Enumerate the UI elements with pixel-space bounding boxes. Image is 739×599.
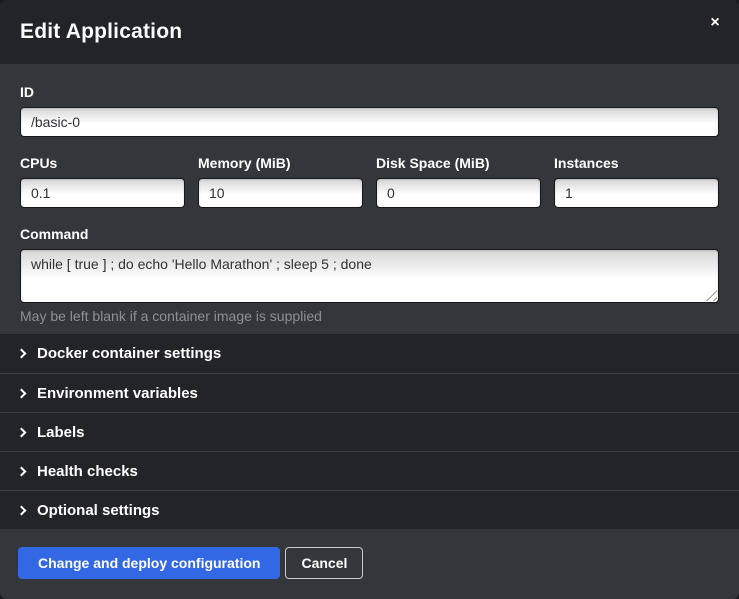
command-field-group: Command while [ true ] ; do echo 'Hello …: [20, 226, 719, 324]
cpus-field-group: CPUs: [20, 155, 185, 208]
id-label: ID: [20, 84, 719, 100]
section-label: Environment variables: [37, 385, 198, 402]
section-label: Health checks: [37, 463, 138, 480]
resource-row: CPUs Memory (MiB) Disk Space (MiB) Insta…: [20, 155, 719, 208]
chevron-right-icon: [17, 349, 27, 359]
chevron-right-icon: [17, 427, 27, 437]
section-health-checks[interactable]: Health checks: [0, 451, 739, 490]
command-textarea[interactable]: while [ true ] ; do echo 'Hello Marathon…: [20, 249, 719, 303]
instances-field-group: Instances: [554, 155, 719, 208]
chevron-right-icon: [17, 466, 27, 476]
chevron-right-icon: [17, 505, 27, 515]
disk-field-group: Disk Space (MiB): [376, 155, 541, 208]
disk-input[interactable]: [376, 178, 541, 208]
modal-header: Edit Application ×: [0, 0, 739, 64]
section-optional-settings[interactable]: Optional settings: [0, 490, 739, 529]
memory-input[interactable]: [198, 178, 363, 208]
collapsible-sections: Docker container settings Environment va…: [0, 334, 739, 529]
memory-field-group: Memory (MiB): [198, 155, 363, 208]
chevron-right-icon: [17, 388, 27, 398]
cancel-button[interactable]: Cancel: [285, 547, 363, 579]
section-label: Docker container settings: [37, 345, 221, 362]
section-environment-variables[interactable]: Environment variables: [0, 373, 739, 412]
section-labels[interactable]: Labels: [0, 412, 739, 451]
instances-label: Instances: [554, 155, 719, 171]
memory-label: Memory (MiB): [198, 155, 363, 171]
modal-title: Edit Application: [20, 20, 182, 44]
close-icon[interactable]: ×: [704, 12, 726, 34]
command-help-text: May be left blank if a container image i…: [20, 308, 719, 324]
instances-input[interactable]: [554, 178, 719, 208]
id-field-group: ID: [20, 84, 719, 137]
id-input[interactable]: [20, 107, 719, 137]
section-docker-container-settings[interactable]: Docker container settings: [0, 334, 739, 373]
modal-footer: Change and deploy configuration Cancel: [0, 529, 739, 599]
edit-application-modal: Edit Application × ID CPUs Memory (MiB) …: [0, 0, 739, 599]
section-label: Labels: [37, 424, 85, 441]
section-label: Optional settings: [37, 502, 160, 519]
change-and-deploy-button[interactable]: Change and deploy configuration: [18, 547, 280, 579]
cpus-label: CPUs: [20, 155, 185, 171]
cpus-input[interactable]: [20, 178, 185, 208]
command-label: Command: [20, 226, 719, 242]
disk-label: Disk Space (MiB): [376, 155, 541, 171]
application-form: ID CPUs Memory (MiB) Disk Space (MiB) In…: [0, 64, 739, 334]
